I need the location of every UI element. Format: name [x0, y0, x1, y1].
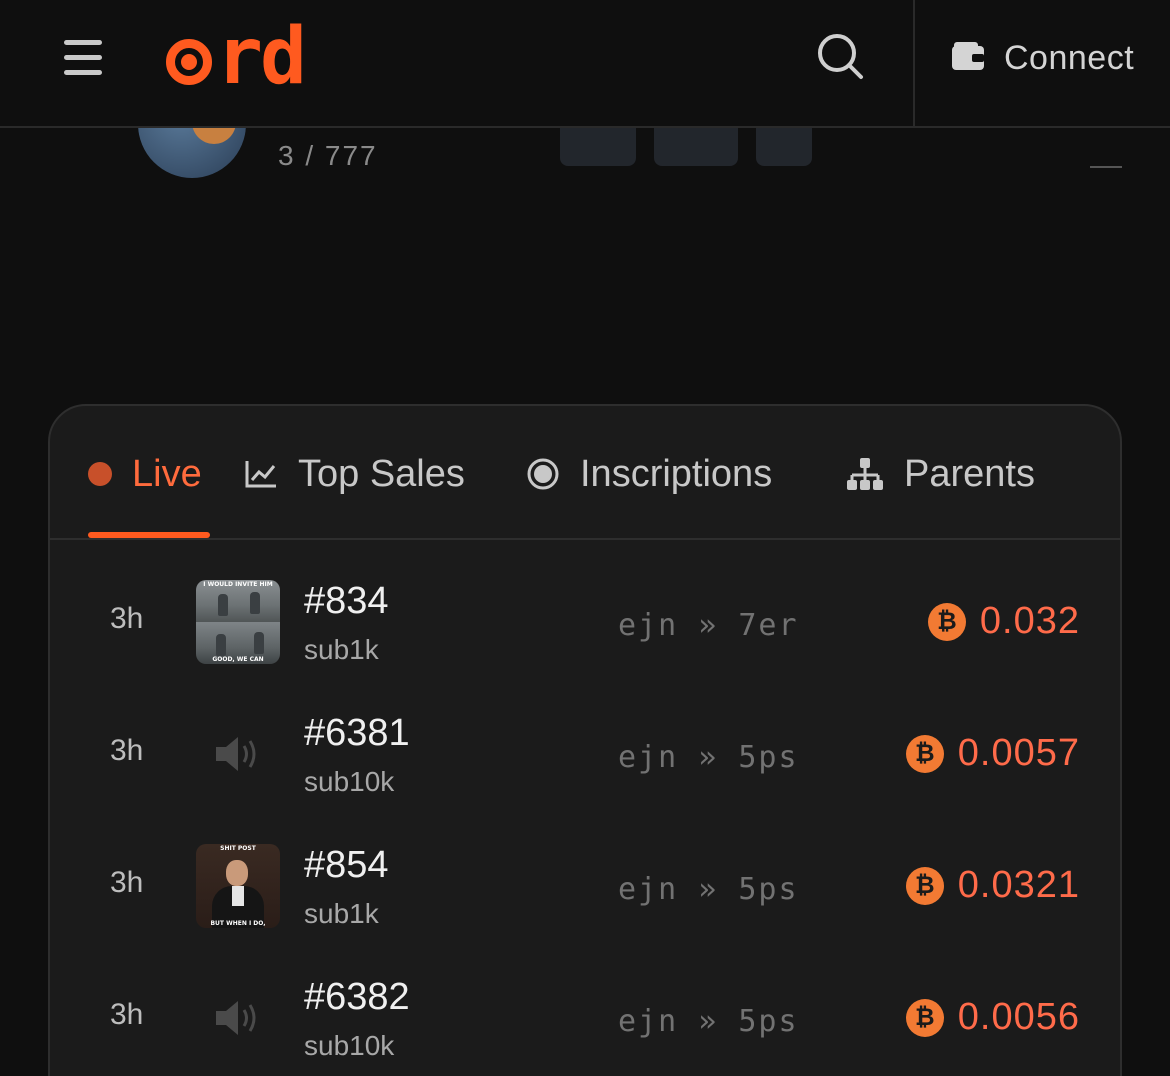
ord-logo[interactable]: rd [166, 12, 307, 102]
transfer-arrow: » [698, 740, 719, 775]
collection-change-dash [1090, 166, 1122, 168]
live-dot-icon [88, 462, 112, 486]
inscription-sat-rarity: sub10k [304, 766, 395, 797]
logo-text: rd [216, 12, 307, 102]
tab-inscriptions[interactable]: Inscriptions [526, 446, 772, 502]
collection-count: 3 / 777 [278, 140, 378, 171]
tab-label: Parents [904, 452, 1035, 495]
sale-row[interactable]: 3h #6381 sub10k ejn » 5ps ₿ 0.0057 [50, 682, 1120, 814]
sale-row[interactable]: 3h #6382 sub10k ejn » 5ps ₿ 0.0056 [50, 946, 1120, 1076]
to-address[interactable]: 5ps [738, 740, 798, 775]
meme-caption-bottom: BUT WHEN I DO, [210, 920, 266, 927]
sale-price: ₿ 0.032 [927, 600, 1080, 643]
top-header: rd Connect [0, 0, 1170, 128]
to-address[interactable]: 7er [738, 608, 798, 643]
inscription-number[interactable]: #6382 [304, 976, 410, 1019]
connect-wallet-button[interactable]: Connect [950, 32, 1134, 84]
sale-time: 3h [110, 734, 144, 767]
wallet-icon [950, 40, 986, 76]
inscription-thumbnail[interactable]: I WOULD INVITE HIM GOOD, WE CAN [196, 580, 280, 664]
sale-price: ₿ 0.0321 [905, 864, 1080, 907]
from-address[interactable]: ejn [618, 608, 678, 643]
tab-label: Live [132, 452, 202, 495]
transfer-addresses: ejn » 5ps [618, 1004, 799, 1039]
logo-o-mark [166, 39, 212, 85]
sale-time: 3h [110, 602, 144, 635]
header-divider [913, 0, 915, 128]
sale-time: 3h [110, 866, 144, 899]
inscription-number[interactable]: #834 [304, 580, 389, 623]
sale-row[interactable]: 3h I WOULD INVITE HIM GOOD, WE CAN #834 … [50, 550, 1120, 682]
inscription-number[interactable]: #854 [304, 844, 389, 887]
connect-label: Connect [1004, 38, 1135, 77]
tab-label: Inscriptions [580, 452, 773, 495]
inscription-sat-rarity: sub1k [304, 898, 379, 929]
bitcoin-icon: ₿ [927, 602, 966, 641]
transfer-arrow: » [698, 608, 719, 643]
radio-dot-icon [526, 457, 560, 491]
transfer-addresses: ejn » 5ps [618, 740, 799, 775]
inscription-number[interactable]: #6381 [304, 712, 410, 755]
inscription-sat-rarity: sub1k [304, 634, 379, 665]
meme-caption-bottom: GOOD, WE CAN [212, 656, 264, 663]
meme-caption-top: I WOULD INVITE HIM [203, 581, 273, 588]
sale-row[interactable]: 3h SHIT POST BUT WHEN I DO, #854 sub1k e… [50, 814, 1120, 946]
hierarchy-icon [846, 457, 884, 491]
activity-tabs: Live Top Sales Inscriptions Parents [50, 406, 1120, 540]
transfer-arrow: » [698, 1004, 719, 1039]
transfer-addresses: ejn » 5ps [618, 872, 799, 907]
sale-price: ₿ 0.0057 [905, 732, 1080, 775]
sale-time: 3h [110, 998, 144, 1031]
price-value: 0.0057 [957, 732, 1080, 774]
tab-parents[interactable]: Parents [846, 446, 1035, 502]
price-value: 0.0321 [957, 864, 1080, 906]
search-icon[interactable] [816, 32, 864, 80]
price-value: 0.0056 [957, 996, 1080, 1038]
active-tab-indicator [88, 532, 210, 538]
from-address[interactable]: ejn [618, 872, 678, 907]
chart-line-icon [244, 459, 278, 489]
bitcoin-icon: ₿ [905, 734, 944, 773]
tab-live[interactable]: Live [88, 446, 202, 502]
transfer-arrow: » [698, 872, 719, 907]
tab-label: Top Sales [298, 452, 465, 495]
to-address[interactable]: 5ps [738, 1004, 798, 1039]
inscription-sat-rarity: sub10k [304, 1030, 395, 1061]
price-value: 0.032 [979, 600, 1080, 642]
activity-card: Live Top Sales Inscriptions Parents 3h I… [48, 404, 1122, 1076]
from-address[interactable]: ejn [618, 740, 678, 775]
from-address[interactable]: ejn [618, 1004, 678, 1039]
inscription-thumbnail[interactable]: SHIT POST BUT WHEN I DO, [196, 844, 280, 928]
speaker-icon [214, 996, 262, 1040]
speaker-icon [214, 732, 262, 776]
tab-top-sales[interactable]: Top Sales [244, 446, 465, 502]
transfer-addresses: ejn » 7er [618, 608, 799, 643]
to-address[interactable]: 5ps [738, 872, 798, 907]
bitcoin-icon: ₿ [905, 866, 944, 905]
bitcoin-icon: ₿ [905, 998, 944, 1037]
meme-caption-top: SHIT POST [220, 845, 256, 852]
hamburger-menu-icon[interactable] [64, 40, 102, 76]
sale-price: ₿ 0.0056 [905, 996, 1080, 1039]
